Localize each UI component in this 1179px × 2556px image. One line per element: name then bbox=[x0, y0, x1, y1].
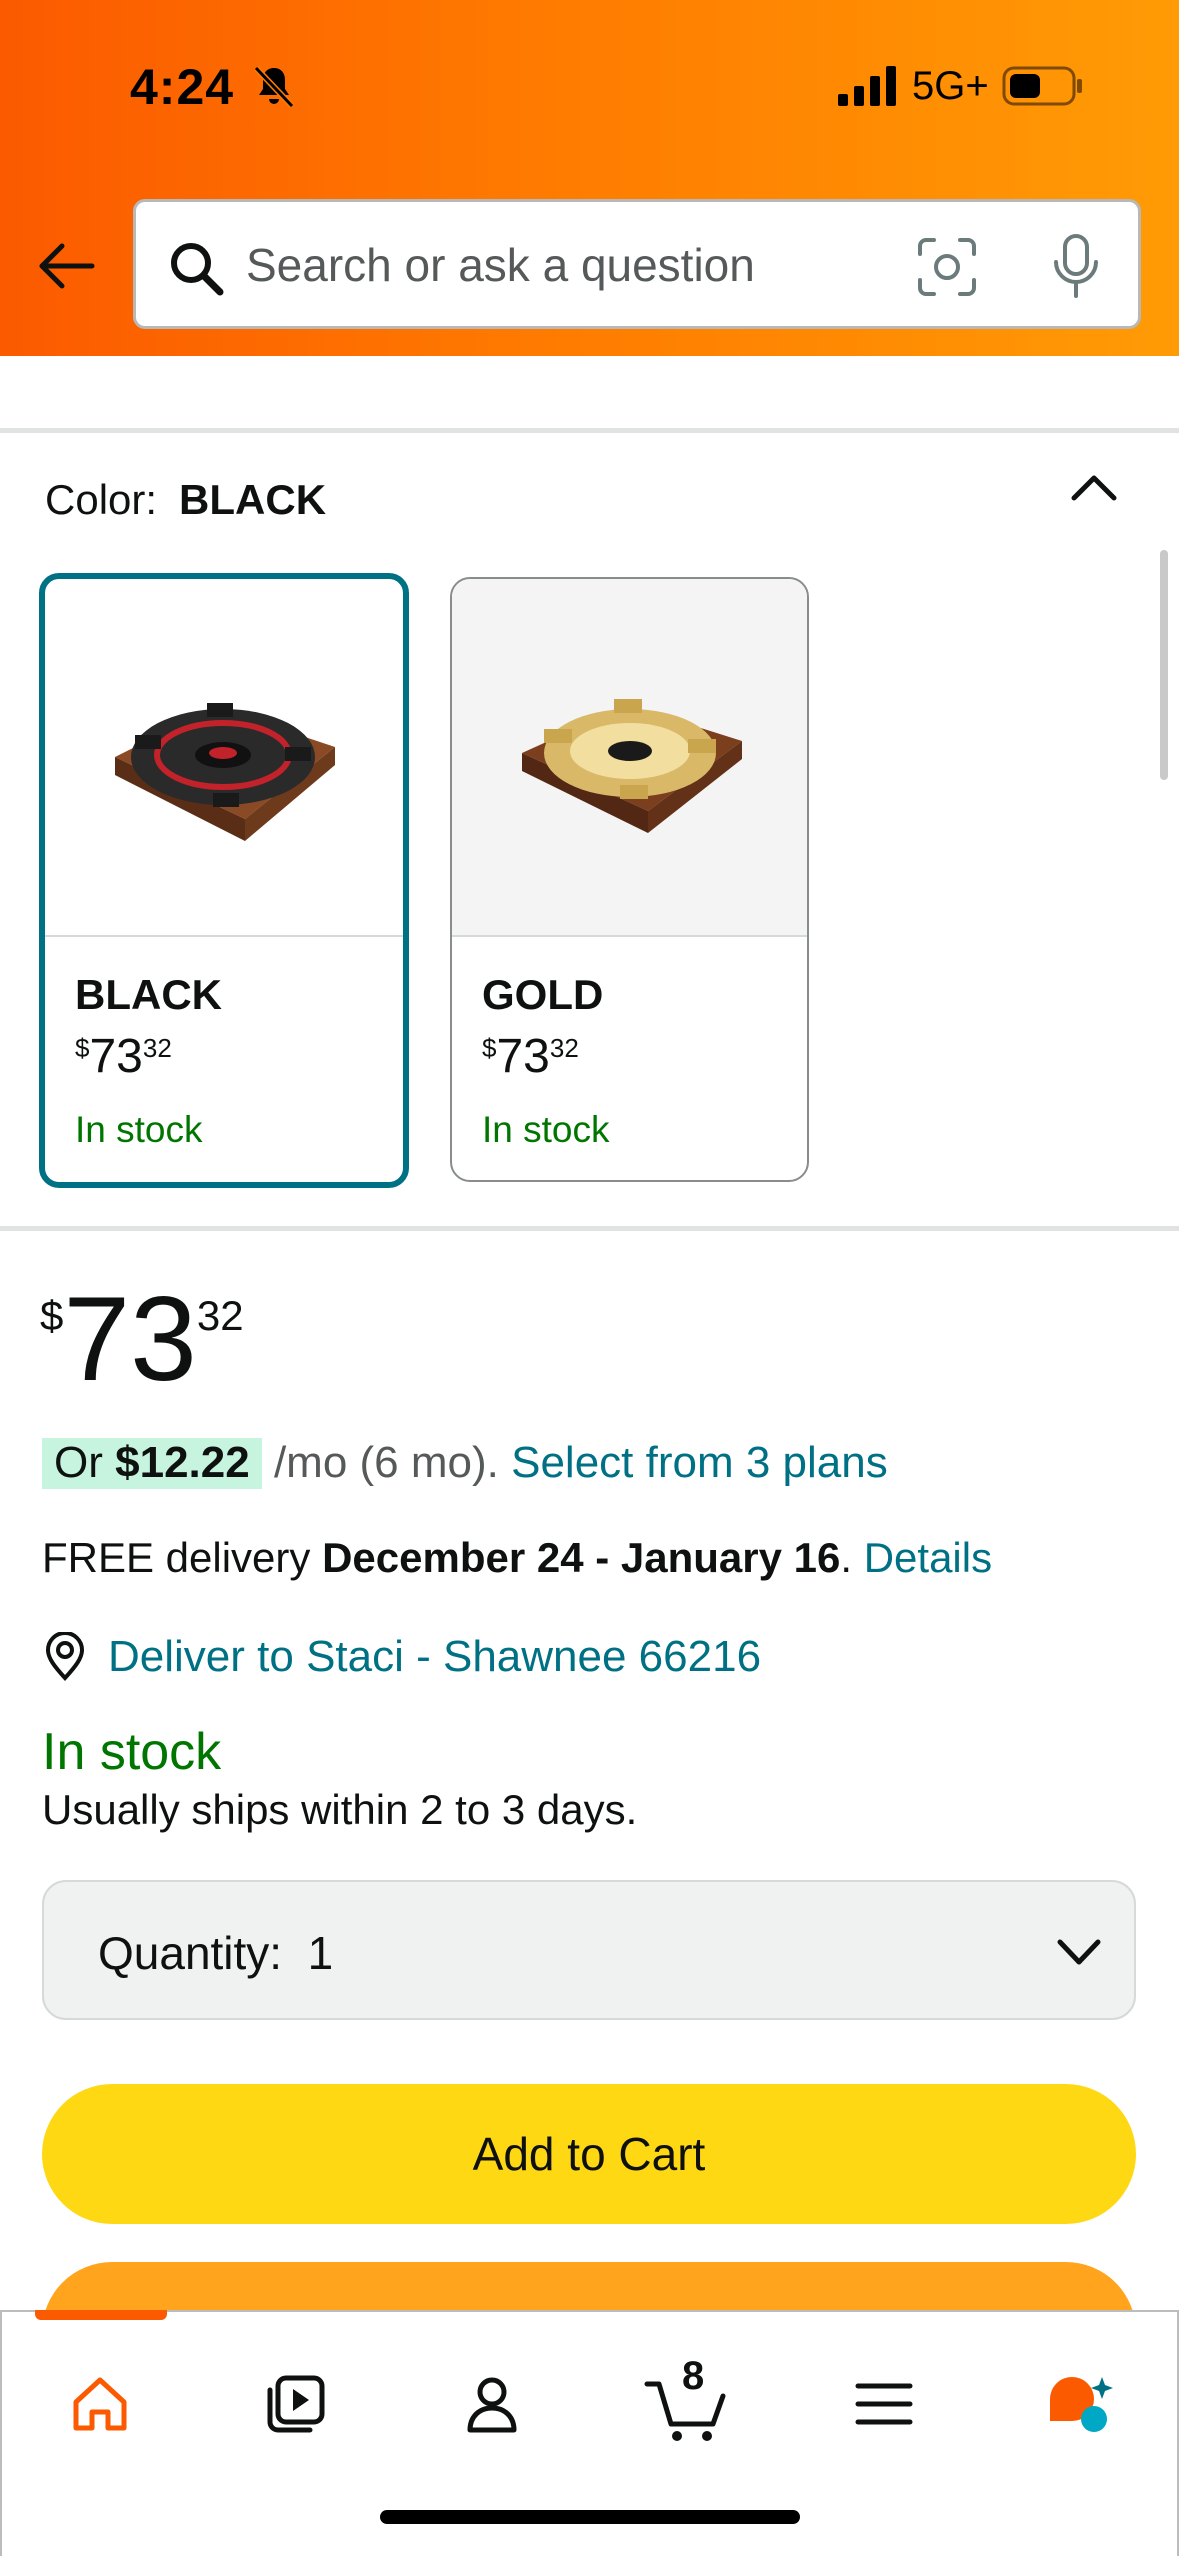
quantity-display: Quantity: 1 bbox=[98, 1927, 334, 1979]
option-name: GOLD bbox=[482, 971, 604, 1018]
location-pin-icon bbox=[45, 1632, 85, 1681]
bell-muted-icon bbox=[253, 65, 295, 109]
nav-home[interactable] bbox=[50, 2354, 150, 2454]
search-bar[interactable] bbox=[133, 199, 1141, 329]
microphone-icon[interactable] bbox=[1046, 232, 1106, 300]
app-header: 4:24 5G+ bbox=[0, 0, 1179, 356]
financing-terms: /mo (6 mo). bbox=[273, 1438, 499, 1487]
delivery-details-link[interactable]: Details bbox=[864, 1534, 992, 1581]
back-arrow-icon[interactable] bbox=[36, 236, 96, 296]
stock-status: In stock bbox=[42, 1723, 222, 1781]
network-label: 5G+ bbox=[912, 64, 989, 108]
add-to-cart-button[interactable]: Add to Cart bbox=[42, 2084, 1136, 2224]
color-selector-label: Color: BLACK bbox=[45, 476, 326, 524]
assistant-chat-icon bbox=[1050, 2377, 1113, 2432]
active-tab-indicator bbox=[35, 2310, 167, 2320]
cart-count-badge: 8 bbox=[682, 2354, 705, 2398]
financing-badge: Or $12.22 bbox=[42, 1438, 262, 1489]
signal-icon bbox=[838, 66, 896, 106]
section-divider bbox=[0, 428, 1179, 433]
nav-video[interactable] bbox=[246, 2354, 346, 2454]
color-label: Color: bbox=[45, 476, 158, 523]
product-image-black bbox=[45, 579, 403, 935]
hamburger-menu-icon bbox=[855, 2383, 913, 2425]
home-indicator bbox=[380, 2510, 800, 2524]
nav-menu[interactable] bbox=[834, 2354, 934, 2454]
nav-account[interactable] bbox=[442, 2354, 542, 2454]
home-icon bbox=[73, 2377, 127, 2431]
option-price: $7332 bbox=[482, 1030, 579, 1083]
scroll-indicator bbox=[1160, 550, 1168, 780]
chevron-up-icon[interactable] bbox=[1068, 468, 1120, 508]
shipping-note: Usually ships within 2 to 3 days. bbox=[42, 1786, 638, 1833]
product-image-gold bbox=[452, 579, 807, 935]
quantity-select[interactable]: Quantity: 1 bbox=[42, 1880, 1136, 2020]
option-name: BLACK bbox=[75, 971, 222, 1018]
color-option-black[interactable]: BLACK $7332 In stock bbox=[39, 573, 409, 1188]
delivery-info: FREE delivery December 24 - January 16. … bbox=[42, 1534, 993, 1581]
battery-icon bbox=[1002, 66, 1082, 106]
nav-cart[interactable]: 8 bbox=[638, 2354, 738, 2454]
color-option-gold[interactable]: GOLD $7332 In stock bbox=[450, 577, 809, 1182]
quantity-value: 1 bbox=[307, 1927, 334, 1979]
financing-offer: Or $12.22 /mo (6 mo). Select from 3 plan… bbox=[42, 1438, 888, 1489]
section-divider bbox=[0, 1226, 1179, 1231]
selected-color: BLACK bbox=[179, 476, 327, 523]
option-availability: In stock bbox=[482, 1109, 610, 1150]
status-time: 4:24 bbox=[130, 59, 235, 115]
ashtray-black-image bbox=[115, 703, 335, 841]
select-plans-link[interactable]: Select from 3 plans bbox=[511, 1438, 888, 1487]
search-input[interactable] bbox=[246, 232, 946, 298]
nav-rufus-assistant[interactable] bbox=[1032, 2354, 1132, 2454]
camera-lens-icon[interactable] bbox=[916, 236, 978, 298]
option-price: $7332 bbox=[75, 1030, 172, 1083]
delivery-dates: December 24 - January 16 bbox=[322, 1534, 841, 1581]
person-icon bbox=[467, 2377, 517, 2433]
chevron-down-icon bbox=[1057, 1939, 1101, 1965]
ashtray-gold-image bbox=[522, 699, 742, 833]
deliver-to-link[interactable]: Deliver to Staci - Shawnee 66216 bbox=[108, 1632, 761, 1682]
product-price: $7332 bbox=[40, 1272, 244, 1406]
search-icon bbox=[171, 243, 224, 296]
option-availability: In stock bbox=[75, 1109, 203, 1150]
video-play-icon bbox=[267, 2375, 325, 2433]
